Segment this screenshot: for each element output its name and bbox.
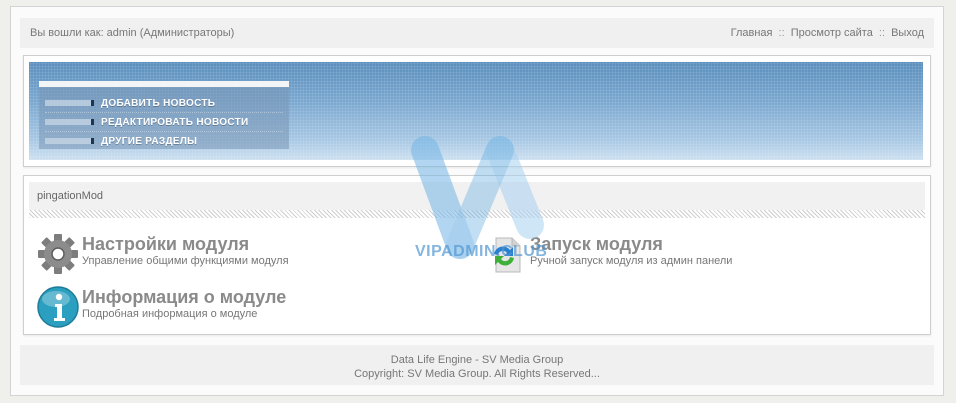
menu-item-edit-news[interactable]: РЕДАКТИРОВАТЬ НОВОСТИ	[45, 113, 283, 132]
module-title: Настройки модуля	[82, 234, 250, 254]
module-text: Настройки модуля Управление общими функц…	[82, 230, 289, 268]
footer-copyright: Copyright: SV Media Group. All Rights Re…	[354, 368, 600, 380]
menu-bullet	[45, 119, 94, 125]
menu-item-add-news[interactable]: ДОБАВИТЬ НОВОСТЬ	[45, 94, 283, 113]
menu-item-label: ДРУГИЕ РАЗДЕЛЫ	[101, 135, 198, 147]
watermark-text: VIPADMIN.CLUB	[415, 243, 548, 260]
info-icon	[37, 286, 79, 328]
module-info[interactable]: Информация о модуле Подробная информация…	[36, 283, 286, 329]
link-separator: ::	[878, 27, 886, 39]
footer: Data Life Engine - SV Media Group Copyri…	[20, 345, 934, 385]
module-desc: Подробная информация о модуле	[82, 308, 258, 320]
home-link[interactable]: Главная	[731, 27, 773, 39]
menu-bullet	[45, 100, 94, 106]
menu-bullet	[45, 138, 94, 144]
gear-icon	[38, 234, 78, 274]
footer-credit: Data Life Engine - SV Media Group	[390, 354, 564, 366]
login-status: Вы вошли как: admin (Администраторы)	[30, 27, 235, 39]
view-site-link[interactable]: Просмотр сайта	[791, 27, 873, 39]
module-settings[interactable]: Настройки модуля Управление общими функц…	[36, 230, 289, 276]
module-text: Информация о модуле Подробная информация…	[82, 283, 286, 321]
logout-link[interactable]: Выход	[891, 27, 924, 39]
menu-item-other-sections[interactable]: ДРУГИЕ РАЗДЕЛЫ	[45, 132, 283, 150]
top-links: Главная :: Просмотр сайта :: Выход	[731, 27, 924, 39]
top-bar: Вы вошли как: admin (Администраторы) Гла…	[20, 18, 934, 48]
link-separator: ::	[778, 27, 785, 39]
menu-item-label: РЕДАКТИРОВАТЬ НОВОСТИ	[101, 116, 249, 128]
quick-menu: ДОБАВИТЬ НОВОСТЬ РЕДАКТИРОВАТЬ НОВОСТИ Д…	[39, 81, 289, 149]
module-desc: Управление общими функциями модуля	[82, 255, 289, 267]
menu-item-label: ДОБАВИТЬ НОВОСТЬ	[101, 97, 216, 109]
module-title: Информация о модуле	[82, 287, 287, 307]
